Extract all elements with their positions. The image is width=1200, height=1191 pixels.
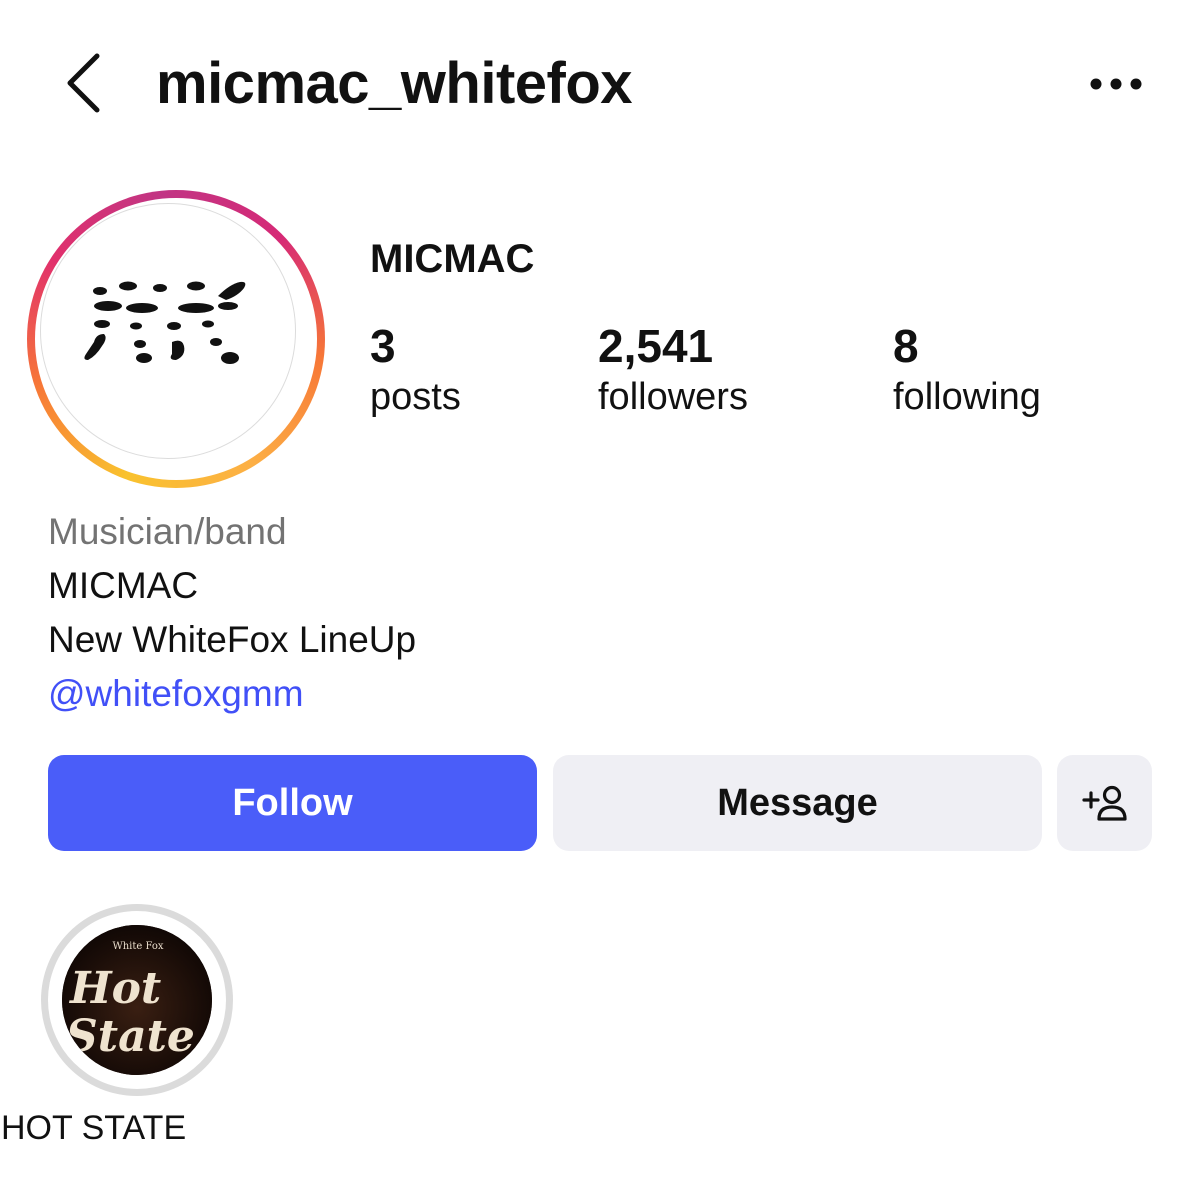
highlight-ring: White Fox Hot State — [41, 904, 233, 1096]
cover-text-bottom: State — [66, 1011, 195, 1062]
following-label: following — [893, 376, 1041, 418]
chevron-left-icon — [67, 53, 100, 113]
message-button[interactable]: Message — [553, 755, 1042, 851]
more-horizontal-icon — [1090, 78, 1142, 90]
followers-count[interactable]: 2,541 followers — [598, 318, 748, 420]
bio-mention-link[interactable]: @whitefoxgmm — [48, 667, 416, 721]
posts-count[interactable]: 3 posts — [370, 318, 461, 420]
following-count[interactable]: 8 following — [893, 318, 1041, 420]
avatar-story-ring[interactable] — [27, 190, 325, 488]
followers-number: 2,541 — [598, 320, 714, 372]
followers-label: followers — [598, 376, 748, 418]
highlight-cover-image: White Fox Hot State — [62, 925, 212, 1075]
more-options-button[interactable] — [1086, 64, 1146, 104]
band-logo-icon — [84, 281, 246, 364]
following-number: 8 — [893, 320, 919, 372]
display-name: MICMAC — [370, 237, 535, 281]
highlight-label: HOT STATE — [1, 1109, 187, 1147]
bio-line: New WhiteFox LineUp — [48, 619, 417, 660]
bio-category: Musician/band — [48, 511, 287, 552]
posts-number: 3 — [370, 320, 396, 372]
follow-button[interactable]: Follow — [48, 755, 537, 851]
bio-line: MICMAC — [48, 565, 199, 606]
story-highlight[interactable]: White Fox Hot State — [41, 904, 233, 1096]
suggested-accounts-button[interactable] — [1057, 755, 1152, 851]
avatar — [40, 203, 296, 459]
page-title: micmac_whitefox — [156, 51, 633, 116]
cover-small-text: White Fox — [112, 941, 163, 952]
profile-page: micmac_whitefox MICMAC 3 posts 2,541 fol… — [0, 0, 1200, 1191]
highlight-cover-art: White Fox Hot State — [62, 925, 212, 1075]
cover-text-top: Hot — [68, 963, 161, 1014]
bio: Musician/band MICMAC New WhiteFox LineUp… — [48, 505, 416, 721]
posts-label: posts — [370, 376, 461, 418]
back-button[interactable] — [58, 50, 108, 116]
add-person-icon — [1081, 785, 1127, 821]
